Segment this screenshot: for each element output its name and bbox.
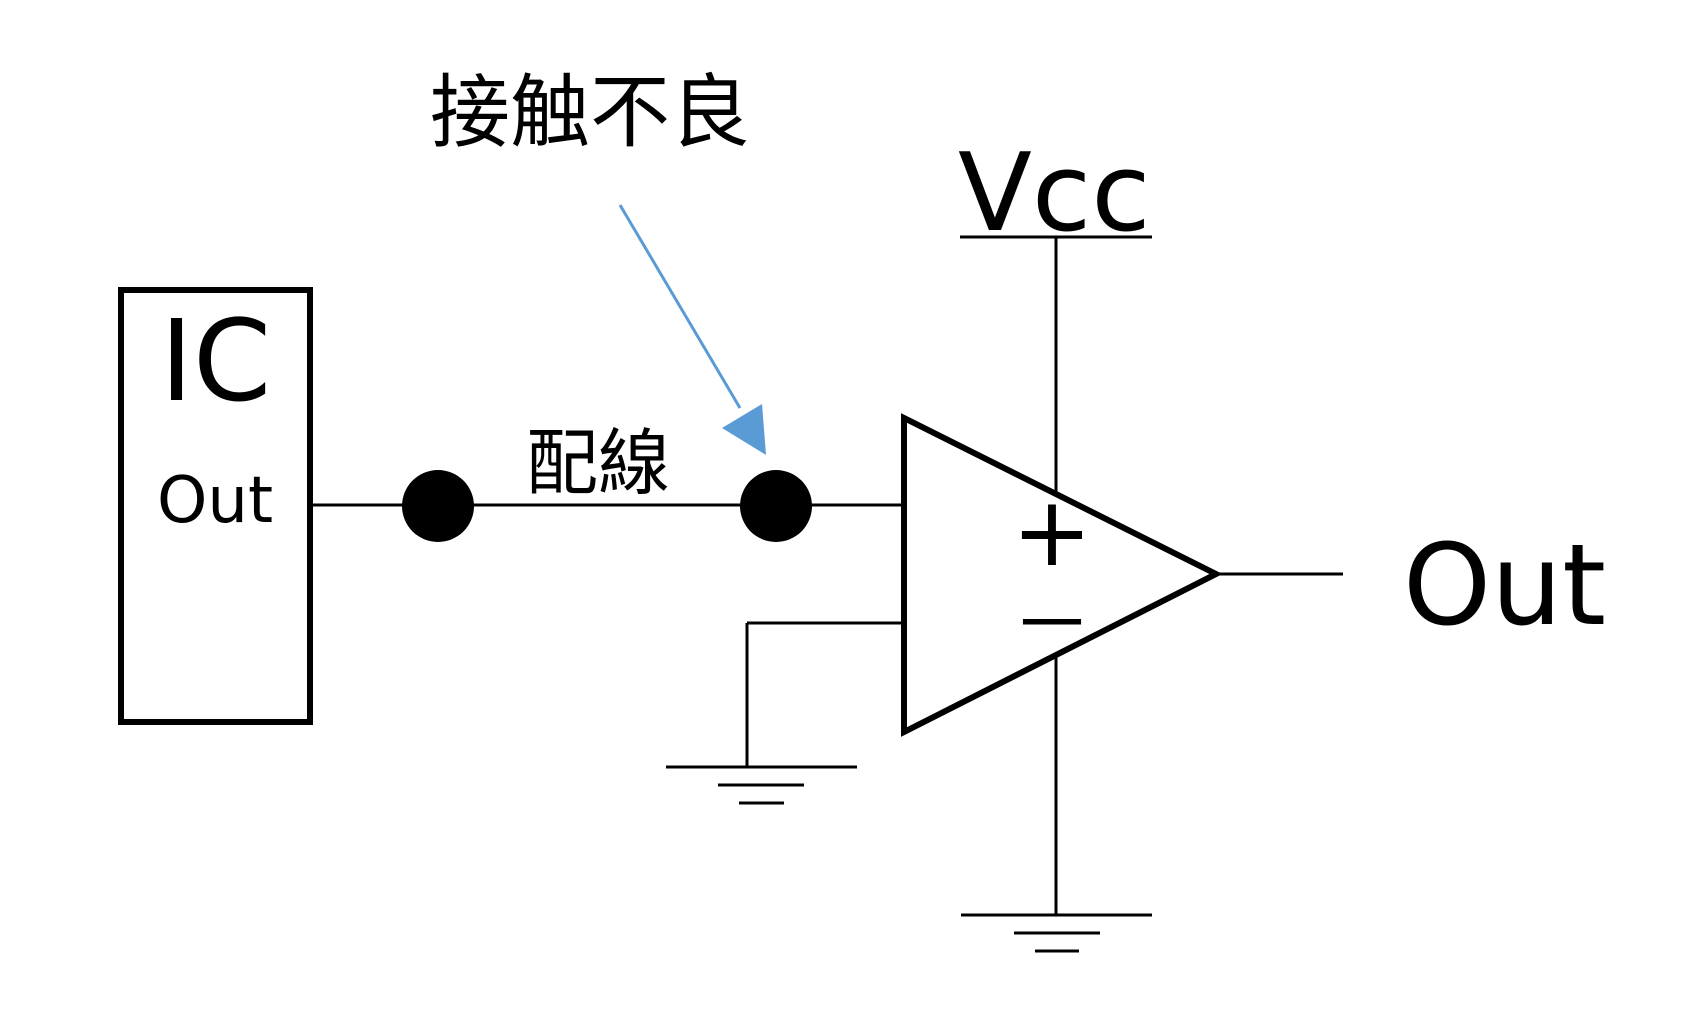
op-amp-minus-sign: － [1012,578,1092,671]
ground-symbol-left [666,765,857,805]
ic-label: IC [160,297,271,427]
wiring-label: 配線 [526,421,670,505]
ic-out-label: Out [157,464,273,538]
contact-fault-arrow-shaft [618,204,742,409]
op-amp-plus-sign: + [1012,476,1092,588]
output-label: Out [1403,521,1606,651]
contact-fault-label: 接触不良 [430,66,750,159]
circuit-svg: 接触不良 Vcc IC Out 配線 + － Out [118,66,1606,953]
ground-symbol-right [961,913,1152,953]
circuit-diagram: 接触不良 Vcc IC Out 配線 + － Out [0,0,1701,1026]
contact-fault-arrow-head [722,404,766,455]
